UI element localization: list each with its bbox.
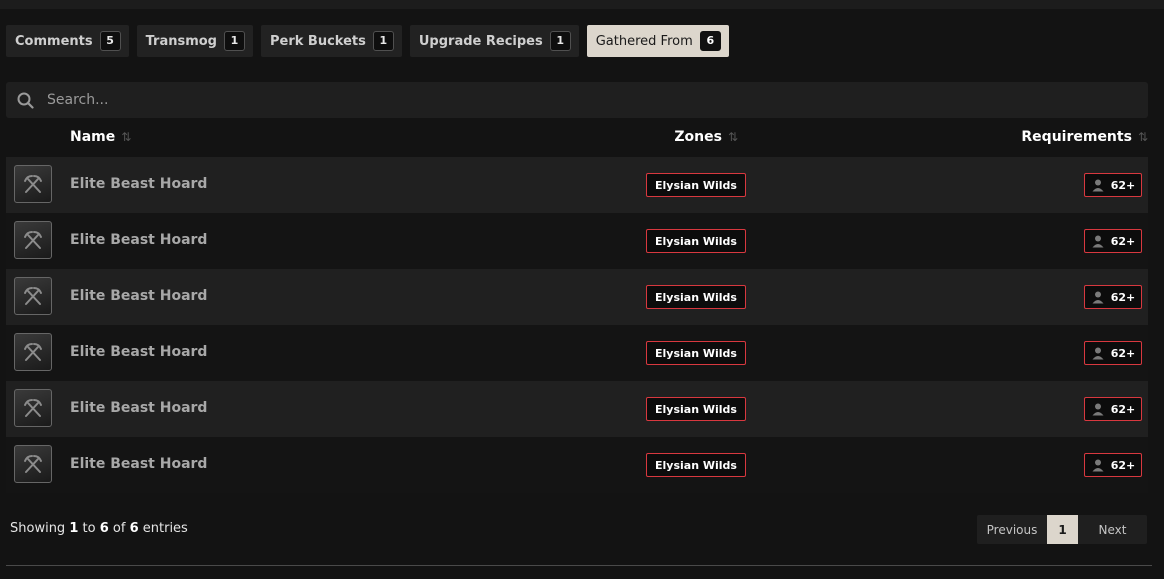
table-row: Elite Beast Hoard Elysian Wilds 62+	[6, 157, 1148, 213]
tab-count-badge: 6	[699, 31, 721, 51]
tab-comments[interactable]: Comments 5	[6, 25, 129, 57]
requirement-tag: 62+	[1084, 453, 1142, 477]
tab-label: Gathered From	[595, 33, 693, 49]
item-name-link[interactable]: Elite Beast Hoard	[70, 288, 207, 304]
info-prefix: Showing	[10, 521, 66, 536]
zone-tag[interactable]: Elysian Wilds	[646, 173, 746, 197]
crossed-pickaxes-icon[interactable]	[14, 389, 52, 427]
next-page-button[interactable]: Next	[1078, 515, 1147, 544]
info-suffix: entries	[142, 521, 188, 536]
requirement-value: 62+	[1110, 346, 1136, 360]
item-name-link[interactable]: Elite Beast Hoard	[70, 176, 207, 192]
player-level-icon	[1092, 235, 1104, 248]
requirement-value: 62+	[1110, 290, 1136, 304]
zone-tag[interactable]: Elysian Wilds	[646, 341, 746, 365]
crossed-pickaxes-icon[interactable]	[14, 277, 52, 315]
search-bar	[6, 82, 1148, 118]
divider	[6, 565, 1152, 566]
tab-count-badge: 1	[372, 31, 394, 51]
requirement-value: 62+	[1110, 234, 1136, 248]
info-from: 1	[69, 521, 79, 536]
column-header-label: Requirements	[1021, 129, 1132, 145]
requirement-tag: 62+	[1084, 285, 1142, 309]
search-input[interactable]	[45, 91, 1109, 109]
top-bar	[0, 0, 1164, 9]
zone-tag[interactable]: Elysian Wilds	[646, 397, 746, 421]
crossed-pickaxes-icon[interactable]	[14, 445, 52, 483]
requirement-value: 62+	[1110, 402, 1136, 416]
zone-tag[interactable]: Elysian Wilds	[646, 453, 746, 477]
info-to: 6	[99, 521, 109, 536]
item-name-link[interactable]: Elite Beast Hoard	[70, 456, 207, 472]
player-level-icon	[1092, 459, 1104, 472]
tab-label: Transmog	[145, 33, 217, 49]
previous-page-button[interactable]: Previous	[977, 515, 1047, 544]
player-level-icon	[1092, 179, 1104, 192]
tab-transmog[interactable]: Transmog 1	[136, 25, 253, 57]
table-row: Elite Beast Hoard Elysian Wilds 62+	[6, 381, 1148, 437]
item-name-link[interactable]: Elite Beast Hoard	[70, 344, 207, 360]
requirement-value: 62+	[1110, 458, 1136, 472]
requirement-tag: 62+	[1084, 173, 1142, 197]
column-header-name[interactable]: Name ⇅	[70, 129, 131, 145]
zone-tag[interactable]: Elysian Wilds	[646, 229, 746, 253]
tab-bar: Comments 5 Transmog 1 Perk Buckets 1 Upg…	[6, 25, 729, 57]
tab-label: Perk Buckets	[270, 33, 366, 49]
crossed-pickaxes-icon[interactable]	[14, 333, 52, 371]
requirement-tag: 62+	[1084, 341, 1142, 365]
table-header: Name ⇅ Zones ⇅ Requirements ⇅	[6, 124, 1148, 152]
tab-count-badge: 5	[99, 31, 121, 51]
sort-icon: ⇅	[1137, 130, 1148, 144]
player-level-icon	[1092, 291, 1104, 304]
tab-gathered-from[interactable]: Gathered From 6	[586, 25, 729, 57]
info-to-word: to	[82, 521, 96, 536]
column-header-zones[interactable]: Zones ⇅	[674, 129, 738, 145]
item-name-link[interactable]: Elite Beast Hoard	[70, 400, 207, 416]
table-body: Elite Beast Hoard Elysian Wilds 62+ Elit…	[6, 157, 1148, 493]
tab-count-badge: 1	[224, 31, 245, 51]
sort-icon: ⇅	[121, 130, 132, 144]
player-level-icon	[1092, 347, 1104, 360]
tab-label: Upgrade Recipes	[418, 33, 543, 49]
requirement-value: 62+	[1110, 178, 1136, 192]
table-row: Elite Beast Hoard Elysian Wilds 62+	[6, 269, 1148, 325]
crossed-pickaxes-icon[interactable]	[14, 221, 52, 259]
column-header-label: Name	[70, 129, 116, 145]
column-header-label: Zones	[674, 129, 722, 145]
info-of-word: of	[112, 521, 126, 536]
column-header-requirements[interactable]: Requirements ⇅	[1021, 129, 1148, 145]
zone-tag[interactable]: Elysian Wilds	[646, 285, 746, 309]
item-name-link[interactable]: Elite Beast Hoard	[70, 232, 207, 248]
search-icon	[17, 92, 34, 109]
entries-info: Showing 1 to 6 of 6 entries	[10, 521, 188, 536]
tab-perk-buckets[interactable]: Perk Buckets 1	[261, 25, 402, 57]
table-row: Elite Beast Hoard Elysian Wilds 62+	[6, 213, 1148, 269]
requirement-tag: 62+	[1084, 397, 1142, 421]
sort-icon: ⇅	[727, 130, 738, 144]
tab-label: Comments	[15, 33, 93, 49]
table-row: Elite Beast Hoard Elysian Wilds 62+	[6, 325, 1148, 381]
tab-count-badge: 1	[549, 31, 571, 51]
player-level-icon	[1092, 403, 1104, 416]
info-total: 6	[129, 521, 139, 536]
crossed-pickaxes-icon[interactable]	[14, 165, 52, 203]
pagination: Previous 1 Next	[977, 515, 1147, 544]
table-row: Elite Beast Hoard Elysian Wilds 62+	[6, 437, 1148, 493]
page-number-button[interactable]: 1	[1047, 515, 1078, 544]
requirement-tag: 62+	[1084, 229, 1142, 253]
tab-upgrade-recipes[interactable]: Upgrade Recipes 1	[409, 25, 579, 57]
